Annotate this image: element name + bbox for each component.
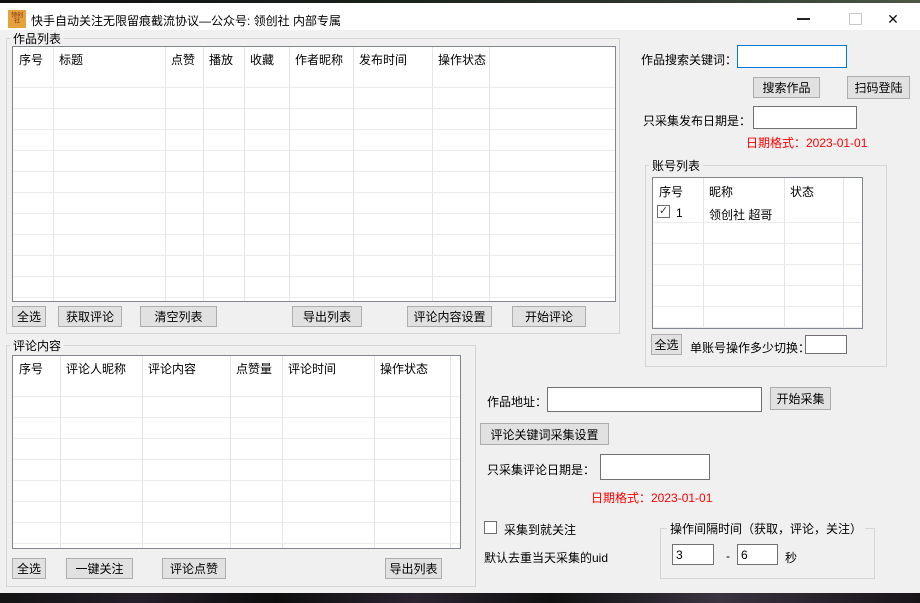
- account-row[interactable]: ✓ 1 领创社 超哥: [653, 202, 862, 223]
- app-screen: 领创社 快手自动关注无限留痕截流协议—公众号: 领创社 内部专属 ✕ 作品列表 …: [0, 0, 920, 603]
- window-title: 快手自动关注无限留痕截流协议—公众号: 领创社 内部专属: [31, 12, 341, 29]
- accounts-col-nickname: 昵称: [703, 178, 784, 202]
- publish-date-input[interactable]: [753, 106, 857, 129]
- accounts-table-header: 序号 昵称 状态: [653, 178, 862, 202]
- account-switch-input[interactable]: [805, 335, 847, 354]
- account-row-index: 1: [676, 206, 683, 220]
- qr-login-button[interactable]: 扫码登陆: [847, 76, 910, 99]
- maximize-icon: [849, 13, 862, 25]
- interval-separator: -: [726, 549, 730, 563]
- comment-keyword-collect-settings-button[interactable]: 评论关键词采集设置: [480, 423, 609, 445]
- interval-group-title: 操作间隔时间（获取，评论，关注）: [667, 520, 865, 537]
- works-col-plays: 播放: [203, 47, 244, 68]
- account-row-nickname: 领创社 超哥: [709, 206, 772, 223]
- work-address-input[interactable]: [547, 387, 762, 412]
- works-col-author: 作者昵称: [289, 47, 353, 68]
- close-button[interactable]: ✕: [878, 6, 908, 32]
- comment-content-settings-button[interactable]: 评论内容设置: [407, 306, 492, 327]
- works-col-favs: 收藏: [244, 47, 289, 68]
- minimize-icon: [797, 18, 810, 20]
- works-table[interactable]: 序号 标题 点赞 播放 收藏 作者昵称 发布时间 操作状态: [12, 46, 616, 302]
- interval-unit-label: 秒: [785, 549, 797, 566]
- interval-max-input[interactable]: [737, 544, 778, 565]
- desktop-background-bottom: [0, 593, 920, 603]
- title-bar: 领创社 快手自动关注无限留痕截流协议—公众号: 领创社 内部专属 ✕: [0, 3, 920, 30]
- checkmark-icon: ✓: [659, 206, 668, 217]
- accounts-table[interactable]: 序号 昵称 状态 ✓ 1 领创社 超哥: [652, 177, 863, 329]
- app-icon-text: 领创社: [10, 13, 24, 25]
- close-icon: ✕: [887, 12, 899, 26]
- follow-on-collect-label: 采集到就关注: [504, 521, 576, 538]
- comments-col-status: 操作状态: [374, 356, 450, 377]
- work-address-label: 作品地址：: [487, 393, 547, 410]
- start-collect-button[interactable]: 开始采集: [770, 387, 831, 410]
- comments-table-grid-rows: [13, 376, 460, 548]
- app-icon: 领创社: [8, 10, 26, 28]
- interval-min-input[interactable]: [672, 544, 714, 565]
- account-switch-label: 单账号操作多少切换：: [690, 339, 810, 356]
- publish-date-format-hint: 日期格式：2023-01-01: [746, 134, 867, 151]
- publish-date-label: 只采集发布日期是：: [643, 112, 751, 129]
- comments-group-title: 评论内容: [10, 337, 64, 354]
- comments-col-index: 序号: [13, 356, 60, 377]
- works-list-group-title: 作品列表: [10, 30, 64, 47]
- accounts-col-index: 序号: [653, 178, 703, 202]
- start-comment-button[interactable]: 开始评论: [512, 306, 586, 327]
- comments-export-list-button[interactable]: 导出列表: [385, 558, 442, 579]
- works-col-likes: 点赞: [165, 47, 203, 68]
- works-col-index: 序号: [13, 47, 53, 68]
- works-table-grid-rows: [13, 67, 615, 301]
- comment-date-label: 只采集评论日期是：: [487, 461, 595, 478]
- follow-on-collect-checkbox[interactable]: [484, 521, 497, 534]
- comment-like-button[interactable]: 评论点赞: [162, 558, 226, 579]
- accounts-group-title: 账号列表: [649, 157, 703, 174]
- comments-col-time: 评论时间: [282, 356, 374, 377]
- comment-date-format-hint: 日期格式：2023-01-01: [591, 489, 712, 506]
- comments-table[interactable]: 序号 评论人昵称 评论内容 点赞量 评论时间 操作状态: [12, 355, 461, 549]
- accounts-select-all-button[interactable]: 全选: [651, 334, 682, 355]
- one-key-follow-button[interactable]: 一键关注: [66, 558, 133, 579]
- works-export-list-button[interactable]: 导出列表: [292, 306, 362, 327]
- works-select-all-button[interactable]: 全选: [12, 306, 46, 327]
- comments-col-content: 评论内容: [142, 356, 230, 377]
- works-table-header: 序号 标题 点赞 播放 收藏 作者昵称 发布时间 操作状态: [13, 47, 615, 68]
- comments-table-header: 序号 评论人昵称 评论内容 点赞量 评论时间 操作状态: [13, 356, 460, 377]
- comment-date-input[interactable]: [600, 454, 710, 480]
- accounts-col-status: 状态: [784, 178, 843, 202]
- clear-list-button[interactable]: 清空列表: [140, 306, 217, 327]
- maximize-button: [840, 6, 870, 32]
- works-col-status: 操作状态: [432, 47, 489, 68]
- minimize-button[interactable]: [788, 6, 818, 32]
- get-comments-button[interactable]: 获取评论: [58, 306, 122, 327]
- account-row-checkbox[interactable]: ✓: [657, 205, 670, 218]
- comments-col-nickname: 评论人昵称: [60, 356, 142, 377]
- works-col-title: 标题: [53, 47, 165, 68]
- dedupe-note: 默认去重当天采集的uid: [484, 549, 608, 566]
- work-search-keyword-input[interactable]: [737, 45, 847, 68]
- comments-col-likes: 点赞量: [230, 356, 282, 377]
- comments-select-all-button[interactable]: 全选: [12, 558, 46, 579]
- work-search-keyword-label: 作品搜索关键词：: [641, 51, 737, 68]
- works-col-pubtime: 发布时间: [353, 47, 432, 68]
- search-works-button[interactable]: 搜索作品: [753, 77, 820, 98]
